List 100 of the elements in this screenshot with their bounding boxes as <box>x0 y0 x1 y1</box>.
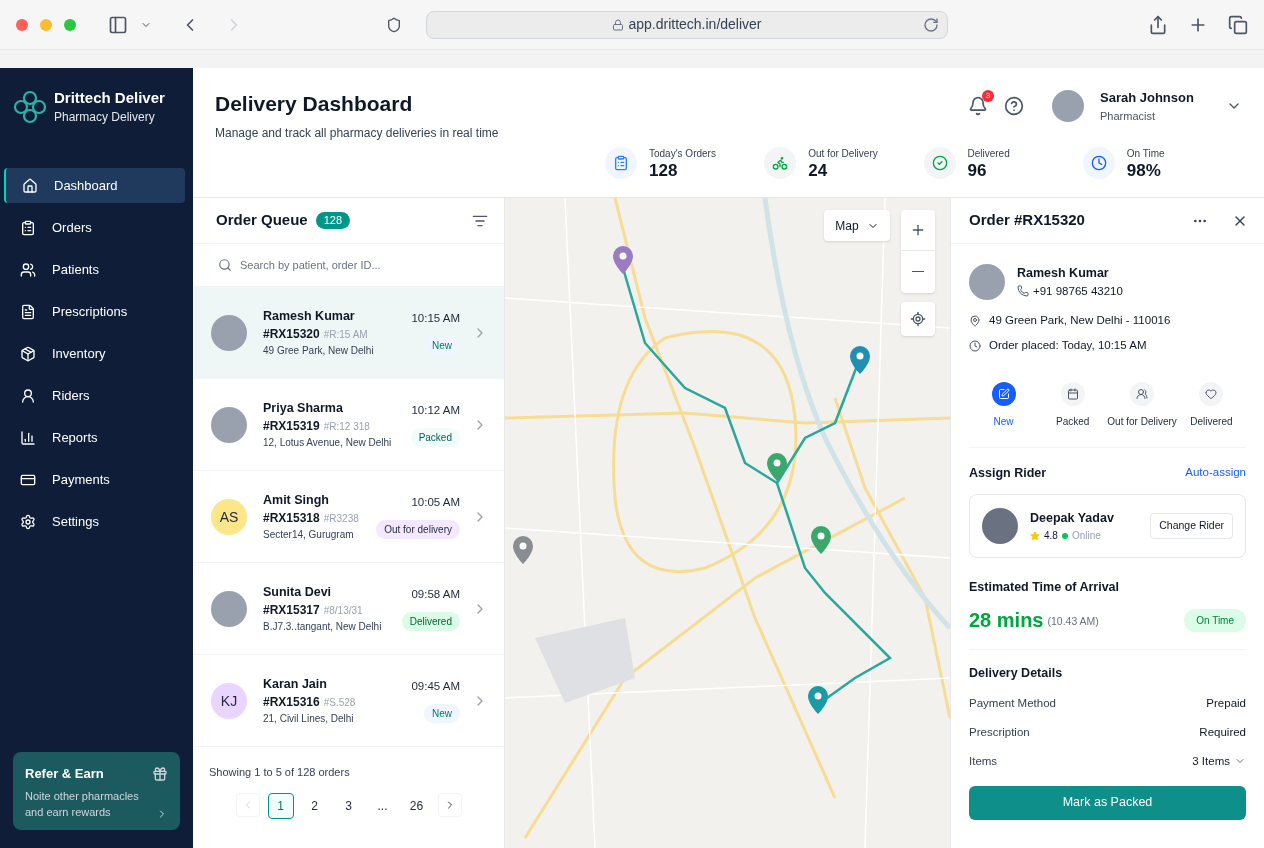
section-title: Assign Rider <box>969 464 1047 482</box>
patient-name: Sunita Devi <box>263 583 333 601</box>
user-avatar[interactable] <box>1052 90 1084 122</box>
order-row[interactable]: AS Amit Singh #RX15318 #R3238 Secter14, Gurugram 10:05 AM Out for delivery <box>193 471 504 563</box>
nav-item[interactable]: Dashboard <box>4 168 185 203</box>
change-rider-button[interactable]: Change Rider <box>1150 513 1233 540</box>
order-sub-id: #R:12 318 <box>323 420 370 435</box>
nav-item[interactable]: Prescriptions <box>4 294 185 329</box>
eta-value: 28 mins <box>969 608 1044 633</box>
nav-item[interactable]: Inventory <box>4 336 185 371</box>
count-badge: 128 <box>315 212 351 229</box>
patient-name: Priya Sharma <box>263 399 344 417</box>
nav-icon <box>20 345 36 362</box>
user-name: Sarah Johnson <box>1100 89 1195 107</box>
stat-label: Out for Delivery <box>808 146 878 161</box>
map-type-dropdown[interactable]: Map <box>824 210 890 241</box>
detail-label: Payment Method <box>969 695 1056 711</box>
panel-title: Order Queue <box>216 210 308 231</box>
nav-item[interactable]: Riders <box>4 378 185 413</box>
plus-icon <box>910 222 926 238</box>
tabs-overview-icon[interactable] <box>1228 14 1248 35</box>
order-sub-id: #S.528 <box>323 696 356 711</box>
order-address: 21, Civil Lines, Delhi <box>263 712 355 727</box>
nav-icon <box>20 303 36 320</box>
promo-text: Noite other pharmacles and earn rewards <box>25 788 140 820</box>
status-badge: Packed <box>410 427 460 447</box>
page-subtitle: Manage and track all pharmacy deliveries in real time <box>215 124 499 142</box>
brand-tagline: Pharmacy Delivery <box>54 109 156 126</box>
rider-name: Deepak Yadav <box>1030 510 1114 528</box>
gift-icon <box>152 765 168 782</box>
stat-label: Delivered <box>967 146 1010 161</box>
rider-avatar <box>982 508 1018 545</box>
nav-item[interactable]: Orders <box>4 210 185 245</box>
stat-icon <box>605 147 637 179</box>
patient-name: Ramesh Kumar <box>1017 265 1110 282</box>
locate-icon <box>910 311 926 327</box>
search-field[interactable]: Search by patient, order ID... <box>240 256 479 274</box>
order-address: 49 Gree Park, New Delhi <box>263 344 375 359</box>
promo-title: Refer & Earn <box>25 765 104 783</box>
items-dropdown[interactable]: 3 Items <box>1192 752 1246 770</box>
brand-name: Drittech Deliver <box>54 88 165 108</box>
order-address: Secter14, Gurugram <box>263 528 355 543</box>
order-row[interactable]: KJ Karan Jain #RX15316 #S.528 21, Civil Lines, Delhi 09:45 AM New <box>193 655 504 747</box>
patient-address: 49 Green Park, New Delhi - 110016 <box>989 313 1171 328</box>
detail-label: Prescription <box>969 724 1030 740</box>
progress-step: Out for Delivery <box>1107 381 1177 429</box>
patient-phone: +91 98765 43210 <box>1033 283 1123 299</box>
step-icon <box>997 387 1010 400</box>
patient-name: Amit Singh <box>263 491 330 509</box>
nav-item[interactable]: Payments <box>4 462 185 497</box>
locate-button[interactable] <box>901 302 935 336</box>
avatar: AS <box>211 498 247 535</box>
nav-icon <box>20 513 36 530</box>
address-bar[interactable]: app.drittech.in/deliver <box>426 10 948 39</box>
page-button[interactable]: ... <box>369 792 396 819</box>
order-id: #RX15317 <box>263 602 320 620</box>
rider-rating: 4.8 <box>1044 529 1058 544</box>
share-icon[interactable] <box>1148 14 1168 35</box>
nav-item[interactable]: Patients <box>4 252 185 287</box>
progress-step: New <box>969 381 1039 429</box>
order-id: #RX15319 <box>263 418 320 436</box>
notification-badge: 3 <box>982 90 994 102</box>
status-badge: Delivered <box>401 611 460 631</box>
order-row[interactable]: Priya Sharma #RX15319 #R:12 318 12, Lotus Avenue, New Delhi 10:12 AM Packed <box>193 379 504 471</box>
minus-icon <box>912 270 924 273</box>
stat-value: 96 <box>967 160 988 181</box>
user-role: Pharmacist <box>1100 108 1157 124</box>
nav-item[interactable]: Reports <box>4 420 185 455</box>
detail-value: Required <box>1199 724 1246 740</box>
notification-icon[interactable] <box>968 96 988 116</box>
lock-icon <box>612 18 625 31</box>
order-row[interactable]: Ramesh Kumar #RX15320 #R:15 AM 49 Gree Park, New Delhi 10:15 AM New <box>193 287 504 379</box>
reload-icon[interactable] <box>923 16 939 33</box>
stat-value: 98% <box>1126 160 1162 181</box>
page-button[interactable]: 1 <box>267 792 294 819</box>
refer-card[interactable]: Refer & Earn Noite other pharmacles and earn rewards <box>13 752 180 830</box>
order-time: 10:12 AM <box>411 403 460 419</box>
auto-assign-link[interactable]: Auto-assign <box>1185 464 1246 482</box>
shield-icon[interactable] <box>386 16 402 33</box>
status-badge: New <box>424 335 460 355</box>
progress-step: Packed <box>1038 381 1108 429</box>
page-button[interactable]: 3 <box>335 792 362 819</box>
detail-label: Items <box>969 753 998 769</box>
order-time: 09:45 AM <box>411 679 460 695</box>
mark-packed-button[interactable]: Mark as Packed <box>969 785 1246 820</box>
stat-value: 24 <box>808 160 829 181</box>
page-button[interactable]: 2 <box>301 792 328 819</box>
sidebar-toggle-icon[interactable] <box>108 14 128 35</box>
location-icon <box>969 314 981 327</box>
panel-title: Order #RX15320 <box>969 210 1085 231</box>
step-icon <box>1205 387 1218 400</box>
nav-item[interactable]: Settings <box>4 504 185 539</box>
close-window-icon[interactable] <box>16 18 28 31</box>
page-button[interactable]: 26 <box>403 792 430 819</box>
section-title: Estimated Time of Arrival <box>969 579 1121 597</box>
order-row[interactable]: Sunita Devi #RX15317 #8/13/31 B.J7.3..tangant, New Delhi 09:58 AM Delivered <box>193 563 504 655</box>
phone-icon <box>1017 285 1029 298</box>
order-sub-id: #R3238 <box>323 512 359 527</box>
star-icon <box>1030 530 1040 541</box>
help-icon[interactable] <box>1004 96 1024 116</box>
